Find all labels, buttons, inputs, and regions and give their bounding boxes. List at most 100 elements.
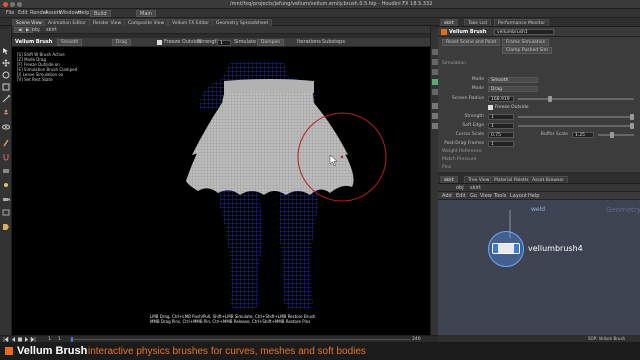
skirt-waistband xyxy=(224,79,314,93)
tab-render-view[interactable]: Render View xyxy=(89,19,126,26)
tab-asset-browser[interactable]: Asset Browser xyxy=(528,176,568,183)
freeze-outside-param-checkbox[interactable] xyxy=(488,105,493,110)
scene-path-bar: ◀ ▶ obj skirt xyxy=(12,26,430,34)
buffer-scale-field[interactable]: 1.25 xyxy=(572,132,594,138)
houdini-window: /mnt/fxq/projects/jefung/vellum/vellum.e… xyxy=(0,0,640,360)
mode2-menu[interactable]: Drag xyxy=(488,86,538,92)
strength-field[interactable]: 1 xyxy=(217,39,231,46)
tab-take-list[interactable]: Take List xyxy=(464,19,492,26)
net-menu-help[interactable]: Help xyxy=(528,192,539,200)
timeline-track[interactable] xyxy=(70,339,410,340)
net-menu-view[interactable]: View xyxy=(480,192,492,200)
menu-edit[interactable]: Edit xyxy=(18,9,28,18)
screen-radius-knob[interactable] xyxy=(548,96,552,102)
strength-param-field[interactable]: 1 xyxy=(488,114,514,120)
freeze-outside-checkbox[interactable] xyxy=(157,40,162,45)
post-drag-field[interactable]: 1 xyxy=(488,141,514,147)
move-icon[interactable] xyxy=(2,59,10,67)
tab-geometry-spreadsheet[interactable]: Geometry Spreadsheet xyxy=(212,19,273,26)
net-menu-edit[interactable]: Edit xyxy=(456,192,466,200)
body-right-leg xyxy=(279,177,320,309)
cloth-simulation-view xyxy=(186,61,387,309)
mode2-dropdown[interactable]: Drag xyxy=(112,39,131,46)
scene-viewport[interactable]: [S] Shift W Brush Active [Z] Mode Drag [… xyxy=(12,47,430,335)
section-match-pressure[interactable]: Match Pressure xyxy=(442,157,476,163)
display-icon[interactable] xyxy=(2,209,10,217)
net-path-obj[interactable]: obj xyxy=(456,184,464,192)
parameter-pane-tabs: skirt Take List Performance Monitor xyxy=(438,18,640,27)
soft-edge-slider[interactable] xyxy=(518,125,634,127)
tab-vellum-fx-editor[interactable]: Vellum FX Editor xyxy=(168,19,214,26)
minimize-dot-icon[interactable] xyxy=(10,2,15,7)
tool-name: Vellum Brush xyxy=(15,39,53,45)
clamp-pushed-button[interactable]: Clamp Pushed Sim xyxy=(502,47,553,54)
strength-knob[interactable] xyxy=(630,114,634,120)
tag-icon[interactable] xyxy=(2,223,10,231)
main-shelf-menu[interactable]: Main xyxy=(136,10,156,17)
scale-icon[interactable] xyxy=(2,83,10,91)
network-editor[interactable]: Geometry weld vellumbrush4 xyxy=(438,200,640,342)
menu-help[interactable]: Help xyxy=(78,9,89,18)
section-weight-reference[interactable]: Weight Reference xyxy=(442,149,482,155)
maximize-dot-icon[interactable] xyxy=(17,2,22,7)
net-path-node[interactable]: skirt xyxy=(470,184,481,192)
tab-network-skirt[interactable]: skirt xyxy=(440,176,458,183)
tab-skirt[interactable]: skirt xyxy=(440,19,458,26)
screen-radius-field[interactable]: 168.919 xyxy=(488,96,514,102)
path-node[interactable]: skirt xyxy=(46,26,57,34)
parameter-header: Vellum Brush vellumbrush1 xyxy=(438,27,640,37)
net-menu-tools[interactable]: Tools xyxy=(494,192,506,200)
net-menu-add[interactable]: Add xyxy=(442,192,452,200)
mode-menu[interactable]: Smooth xyxy=(488,77,538,83)
select-arrow-icon[interactable] xyxy=(2,47,10,55)
buffer-scale-slider[interactable] xyxy=(598,134,634,136)
viewport-tool-options: Vellum Brush Smooth Drag Freeze Outside … xyxy=(12,38,430,47)
close-dot-icon[interactable] xyxy=(3,2,8,7)
soft-edge-knob[interactable] xyxy=(630,123,634,129)
light-icon[interactable] xyxy=(2,181,10,189)
path-obj[interactable]: obj xyxy=(32,26,40,34)
brush-icon[interactable] xyxy=(2,139,10,147)
mode-dropdown[interactable]: Smooth xyxy=(57,39,83,46)
section-simulation[interactable]: Simulation xyxy=(442,61,466,67)
tab-scene-view[interactable]: Scene View xyxy=(12,19,46,26)
menu-file[interactable]: File xyxy=(6,9,14,18)
substeps-label: Substeps xyxy=(322,39,345,45)
snap-icon[interactable] xyxy=(2,153,10,161)
build-desktop-menu[interactable]: Build xyxy=(90,10,111,17)
window-title: /mnt/fxq/projects/jefung/vellum/vellum.e… xyxy=(230,1,433,7)
mode2-label: Mode xyxy=(471,86,484,91)
simulate-label: Simulate xyxy=(234,39,257,45)
pose-icon[interactable] xyxy=(2,109,10,117)
tab-material-palette[interactable]: Material Palette xyxy=(490,176,534,183)
handle-icon[interactable] xyxy=(2,95,10,103)
net-menu-go[interactable]: Go xyxy=(470,192,477,200)
net-menu-layout[interactable]: Layout xyxy=(510,192,527,200)
tab-performance-monitor[interactable]: Performance Monitor xyxy=(494,19,550,26)
tab-composite-view[interactable]: Composite View xyxy=(124,19,169,26)
buffer-scale-knob[interactable] xyxy=(610,132,614,138)
section-pins[interactable]: Pins xyxy=(442,165,451,171)
strength-slider[interactable] xyxy=(518,116,634,118)
dampen-button[interactable]: Dampen xyxy=(257,39,285,46)
viewport-display-toolbar xyxy=(430,29,438,335)
cursor-scale-field[interactable]: 0.75 xyxy=(488,132,514,138)
vellumbrush-node[interactable] xyxy=(492,243,520,254)
brush-hints: LMB Drag, Ctrl+LMB Push/Pull, Shift+LMB … xyxy=(150,314,316,324)
node-name-field[interactable]: vellumbrush1 xyxy=(494,29,554,35)
network-grid xyxy=(438,200,640,342)
reset-scene-button[interactable]: Reset Scene and Point xyxy=(442,39,501,46)
screen-radius-label: Screen Radius xyxy=(452,96,484,101)
display-flag[interactable] xyxy=(493,244,498,253)
frame-simulation-button[interactable]: Frame Simulation xyxy=(502,39,550,46)
node-type-label: Vellum Brush xyxy=(449,28,487,35)
soft-edge-field[interactable]: 1 xyxy=(488,123,514,129)
bypass-flag[interactable] xyxy=(514,244,519,253)
view-icon[interactable] xyxy=(2,123,10,131)
playbar: 1 1 240 xyxy=(0,335,438,342)
network-path-bar: obj skirt xyxy=(438,184,640,192)
screen-radius-slider[interactable] xyxy=(518,98,634,100)
render-icon[interactable] xyxy=(2,167,10,175)
camera-icon[interactable] xyxy=(2,195,10,203)
rotate-icon[interactable] xyxy=(2,71,10,79)
